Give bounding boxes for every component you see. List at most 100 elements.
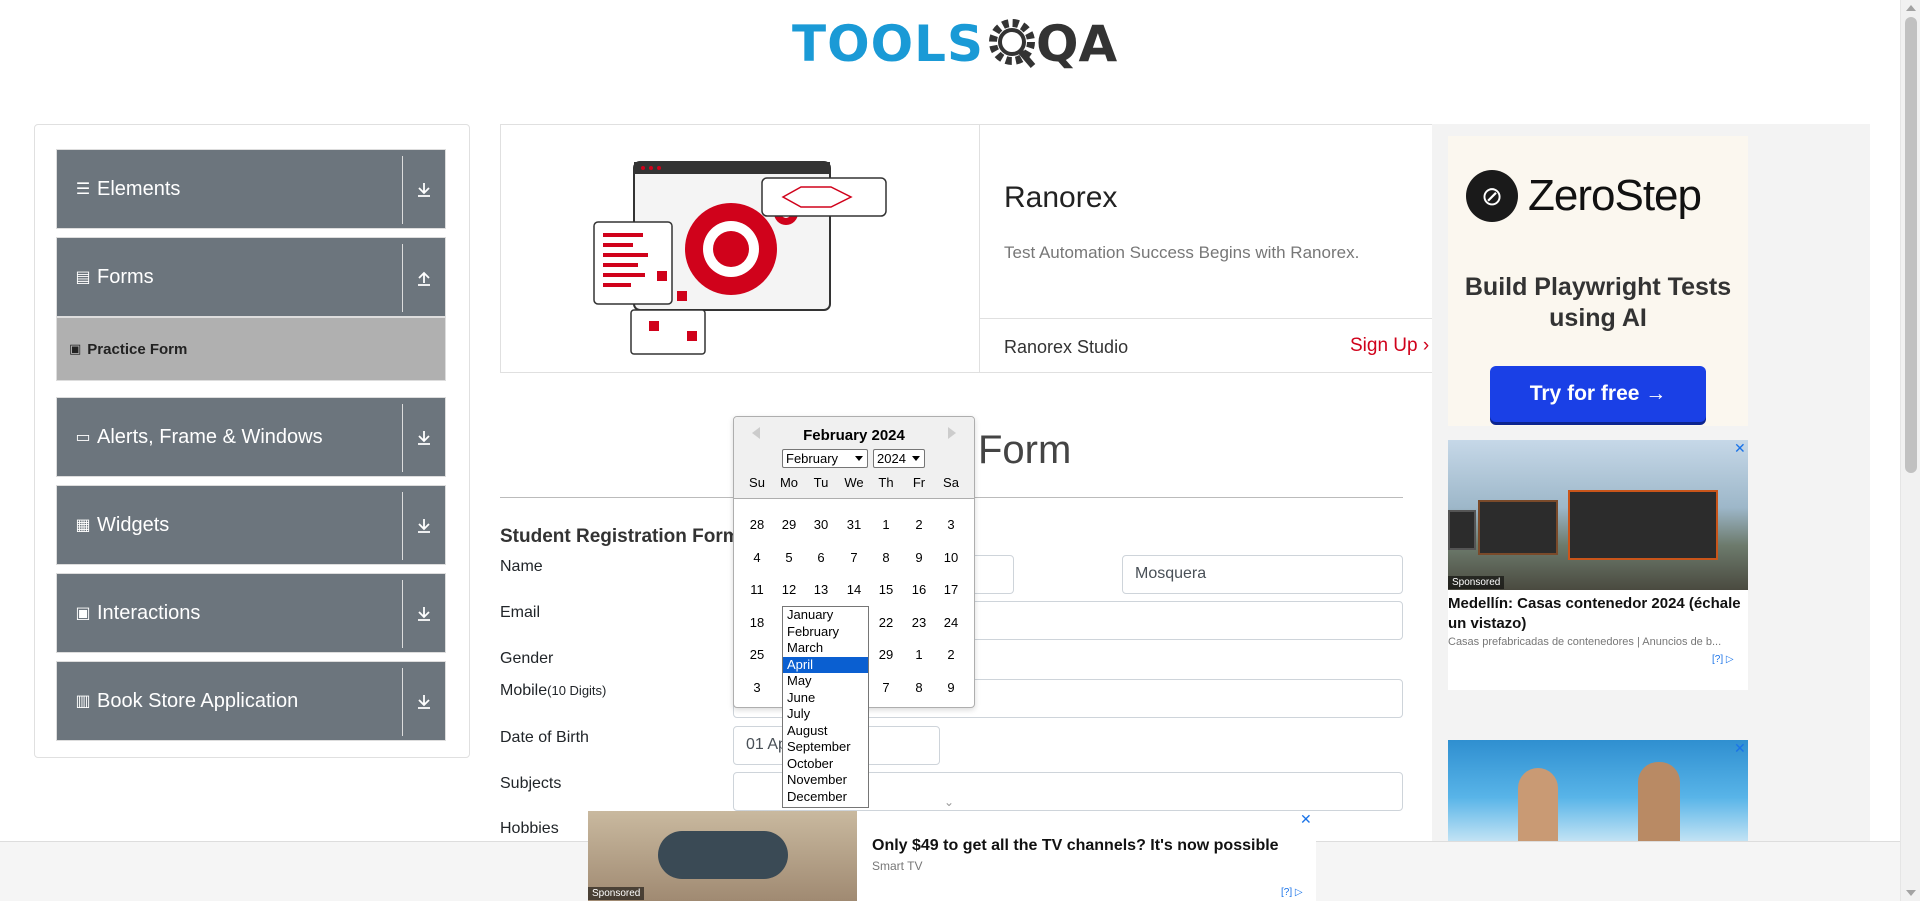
month-option[interactable]: December [783,789,868,806]
logo-tools-text: TOOLS [792,15,984,73]
house-shape [1568,490,1718,560]
download-icon[interactable] [403,574,445,654]
close-ad-icon[interactable]: ✕ [1734,740,1746,757]
download-icon[interactable] [403,398,445,478]
adchoice-label: [?] [1712,654,1724,665]
toolsqa-logo[interactable]: TOOLS QA [792,14,1117,74]
ranorex-banner[interactable]: Ranorex Test Automation Success Begins w… [500,124,1444,373]
month-option[interactable]: May [783,673,868,690]
calendar-day[interactable]: 3 [741,680,773,695]
vertical-scrollbar[interactable] [1900,0,1920,901]
nav-group-book-store[interactable]: ▥ Book Store Application [56,661,446,741]
calendar-day[interactable]: 23 [903,615,935,630]
zerostep-ad[interactable]: ⊘ ZeroStep Build Playwright Tests using … [1448,136,1748,426]
chevron-down-icon: ⌄ [944,795,955,809]
calendar-day[interactable]: 11 [741,582,773,597]
last-name-input[interactable]: Mosquera [1122,555,1403,594]
month-option[interactable]: August [783,723,868,740]
upload-icon[interactable] [403,238,445,318]
calendar-day[interactable]: 7 [870,680,902,695]
calendar-day[interactable]: 1 [903,647,935,662]
calendar-day[interactable]: 12 [773,582,805,597]
native-ad-title[interactable]: Medellín: Casas contenedor 2024 (échale … [1448,594,1748,634]
grid-icon: ▦ [75,517,91,534]
nav-group-label: Elements [97,177,181,200]
banner-subtitle: Test Automation Success Begins with Rano… [1004,243,1360,262]
html-file-icon: ▣ [69,341,82,356]
calendar-day[interactable]: 30 [805,517,837,532]
nav-group-interactions[interactable]: ▣ Interactions [56,573,446,653]
scroll-up-icon[interactable] [1906,5,1916,11]
calendar-day[interactable]: 6 [805,550,837,565]
banner-product-name: Ranorex Studio [1004,337,1129,357]
calendar-day[interactable]: 9 [903,550,935,565]
interaction-icon: ▣ [75,605,91,622]
close-ad-icon[interactable]: ✕ [1734,440,1746,457]
month-option[interactable]: February [783,624,868,641]
nav-group-widgets[interactable]: ▦ Widgets [56,485,446,565]
house-shape [1478,500,1558,555]
calendar-day[interactable]: 1 [870,517,902,532]
calendar-day[interactable]: 7 [838,550,870,565]
nav-group-forms[interactable]: ▤ Forms [56,237,446,317]
calendar-day[interactable]: 24 [935,615,967,630]
calendar-day[interactable]: 16 [903,582,935,597]
calendar-day[interactable]: 2 [935,647,967,662]
month-option[interactable]: October [783,756,868,773]
bottom-ad-title[interactable]: Only $49 to get all the TV channels? It'… [872,837,1279,855]
scroll-down-icon[interactable] [1906,890,1916,896]
nav-group-alerts[interactable]: ▭ Alerts, Frame & Windows [56,397,446,477]
person-shape [1638,762,1680,844]
calendar-day[interactable]: 4 [741,550,773,565]
month-option[interactable]: April [783,656,868,673]
month-option[interactable]: January [783,607,868,624]
zerostep-tagline: Build Playwright Tests using AI [1464,273,1732,332]
month-select[interactable]: February [782,449,868,468]
calendar-day[interactable]: 8 [870,550,902,565]
adchoices-icon[interactable]: [?] ▷ [1281,887,1303,898]
calendar-day[interactable]: 9 [935,680,967,695]
calendar-day[interactable]: 10 [935,550,967,565]
bottom-sticky-ad[interactable]: Sponsored ✕ Only $49 to get all the TV c… [588,811,1316,901]
close-ad-icon[interactable]: ✕ [1300,811,1312,828]
nav-group-label: Interactions [97,601,201,624]
weekday-label: Th [878,475,894,490]
calendar-day[interactable]: 14 [838,582,870,597]
calendar-day[interactable]: 13 [805,582,837,597]
calendar-day[interactable]: 2 [903,517,935,532]
zerostep-logo: ⊘ ZeroStep [1466,170,1702,222]
calendar-day[interactable]: 17 [935,582,967,597]
scrollbar-thumb[interactable] [1905,17,1917,473]
calendar-day[interactable]: 29 [773,517,805,532]
month-option[interactable]: June [783,690,868,707]
year-select[interactable]: 2024 [873,449,925,468]
nav-group-elements[interactable]: ☰ Elements [56,149,446,229]
calendar-day[interactable]: 15 [870,582,902,597]
month-option[interactable]: March [783,640,868,657]
adchoices-icon[interactable]: [?] ▷ [1712,654,1734,665]
calendar-day[interactable]: 22 [870,615,902,630]
calendar-day[interactable]: 31 [838,517,870,532]
month-option[interactable]: September [783,739,868,756]
download-icon[interactable] [403,662,445,742]
download-icon[interactable] [403,486,445,566]
calendar-day[interactable]: 18 [741,615,773,630]
native-ad-container-houses[interactable]: Sponsored ✕ Medellín: Casas contenedor 2… [1448,440,1748,690]
month-option[interactable]: November [783,772,868,789]
calendar-day[interactable]: 29 [870,647,902,662]
try-for-free-button[interactable]: Try for free → [1490,366,1706,422]
banner-footer: Ranorex Studio Sign Up › [980,318,1444,373]
month-options-list[interactable]: January February March April May June July Augu… [782,606,869,808]
month-option[interactable]: July [783,706,868,723]
email-label: Email [500,604,541,621]
calendar-day[interactable]: 28 [741,517,773,532]
download-icon[interactable] [403,150,445,230]
calendar-day[interactable]: 8 [903,680,935,695]
sidebar-item-practice-form[interactable]: ▣ Practice Form [56,317,446,381]
calendar-day[interactable]: 5 [773,550,805,565]
banner-signup-link[interactable]: Sign Up › [1350,335,1429,357]
calendar-day[interactable]: 25 [741,647,773,662]
calendar-day[interactable]: 3 [935,517,967,532]
beach-image-ad[interactable]: ✕ [1448,740,1748,844]
house-shape [1448,510,1476,550]
